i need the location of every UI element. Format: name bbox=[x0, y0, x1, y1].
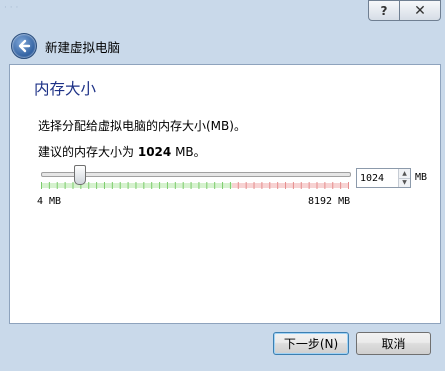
background-text: · · · bbox=[4, 3, 19, 13]
memory-input[interactable] bbox=[357, 169, 398, 187]
back-button[interactable] bbox=[11, 33, 37, 59]
memory-unit-label: MB bbox=[415, 172, 428, 183]
spin-down-icon[interactable]: ▼ bbox=[399, 178, 410, 187]
slider-min-label: 4 MB bbox=[37, 196, 62, 207]
memory-slider-thumb[interactable] bbox=[74, 165, 87, 185]
next-button[interactable]: 下一步(N) bbox=[273, 332, 349, 355]
close-button[interactable]: ✕ bbox=[400, 0, 441, 21]
memory-description: 选择分配给虚拟电脑的内存大小(MB)。 bbox=[38, 119, 246, 133]
close-icon: ✕ bbox=[414, 2, 426, 19]
spin-up-icon[interactable]: ▲ bbox=[399, 169, 410, 179]
warning-zone bbox=[231, 183, 349, 188]
safe-zone bbox=[41, 183, 232, 188]
memory-slider-track[interactable] bbox=[41, 172, 351, 177]
window-controls: ? ✕ bbox=[368, 0, 441, 21]
page-heading: 内存大小 bbox=[34, 80, 97, 98]
tick-marks bbox=[41, 182, 349, 189]
recommended-suffix: MB。 bbox=[175, 145, 206, 159]
dialog-title: 新建虚拟电脑 bbox=[45, 40, 121, 55]
cancel-button[interactable]: 取消 bbox=[356, 332, 431, 355]
slider-max-label: 8192 MB bbox=[308, 196, 351, 207]
recommended-prefix: 建议的内存大小为 bbox=[38, 145, 135, 159]
help-icon: ? bbox=[380, 3, 388, 18]
memory-spinbox[interactable]: ▲ ▼ bbox=[356, 168, 411, 188]
recommended-memory-text: 建议的内存大小为 1024 MB。 bbox=[38, 143, 206, 160]
memory-slider-ticks bbox=[41, 182, 349, 190]
recommended-value: 1024 bbox=[137, 145, 172, 159]
spin-arrows: ▲ ▼ bbox=[398, 169, 410, 187]
content-panel: 内存大小 选择分配给虚拟电脑的内存大小(MB)。 建议的内存大小为 1024 M… bbox=[9, 64, 441, 324]
back-arrow-icon bbox=[18, 39, 31, 53]
help-button[interactable]: ? bbox=[368, 0, 400, 21]
